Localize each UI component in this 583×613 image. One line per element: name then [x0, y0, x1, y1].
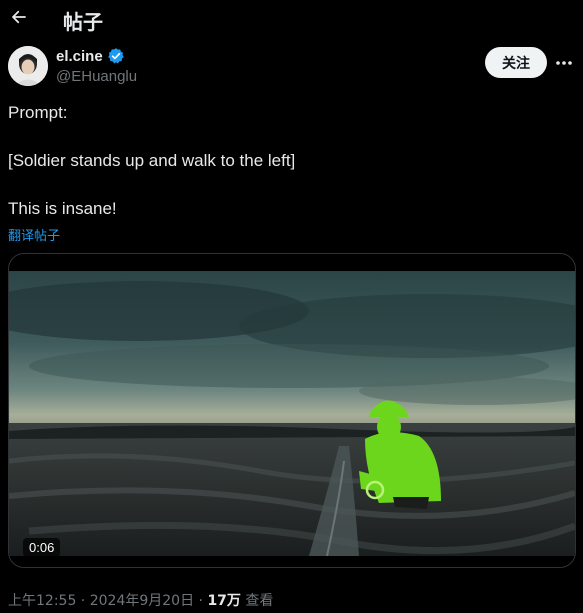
view-label: 查看: [240, 593, 274, 609]
author-handle[interactable]: @EHuanglu: [56, 68, 137, 85]
author-display-name[interactable]: el.cine: [56, 48, 103, 65]
post-time[interactable]: 上午12:55: [8, 593, 76, 609]
tweet-text-line: Prompt:: [8, 103, 68, 122]
more-dots-icon: [556, 61, 572, 65]
translate-post-link[interactable]: 翻译帖子: [8, 225, 60, 244]
arrow-left-icon: [12, 10, 26, 24]
author-name-row[interactable]: el.cine: [56, 47, 125, 65]
verified-badge-icon: [107, 48, 124, 64]
video-frame: [9, 271, 575, 556]
video-timecode: 0:06: [23, 538, 61, 557]
view-count[interactable]: 17万: [207, 593, 240, 609]
post-meta: 上午12:55 · 2024年9月20日 · 17万 查看: [8, 590, 273, 610]
tweet-text-line: This is insane!: [8, 199, 117, 218]
more-options-button[interactable]: [553, 52, 575, 74]
back-button[interactable]: [8, 4, 30, 30]
follow-button[interactable]: 关注: [485, 47, 547, 78]
avatar[interactable]: [8, 46, 48, 86]
meta-separator: ·: [194, 593, 208, 609]
post-date[interactable]: 2024年9月20日: [90, 593, 194, 609]
top-bar: 帖子: [0, 0, 583, 36]
meta-separator: ·: [76, 593, 90, 609]
tweet-text-line: [Soldier stands up and walk to the left]: [8, 151, 296, 170]
page-title: 帖子: [63, 10, 103, 34]
video-player[interactable]: 0:06: [8, 253, 576, 568]
